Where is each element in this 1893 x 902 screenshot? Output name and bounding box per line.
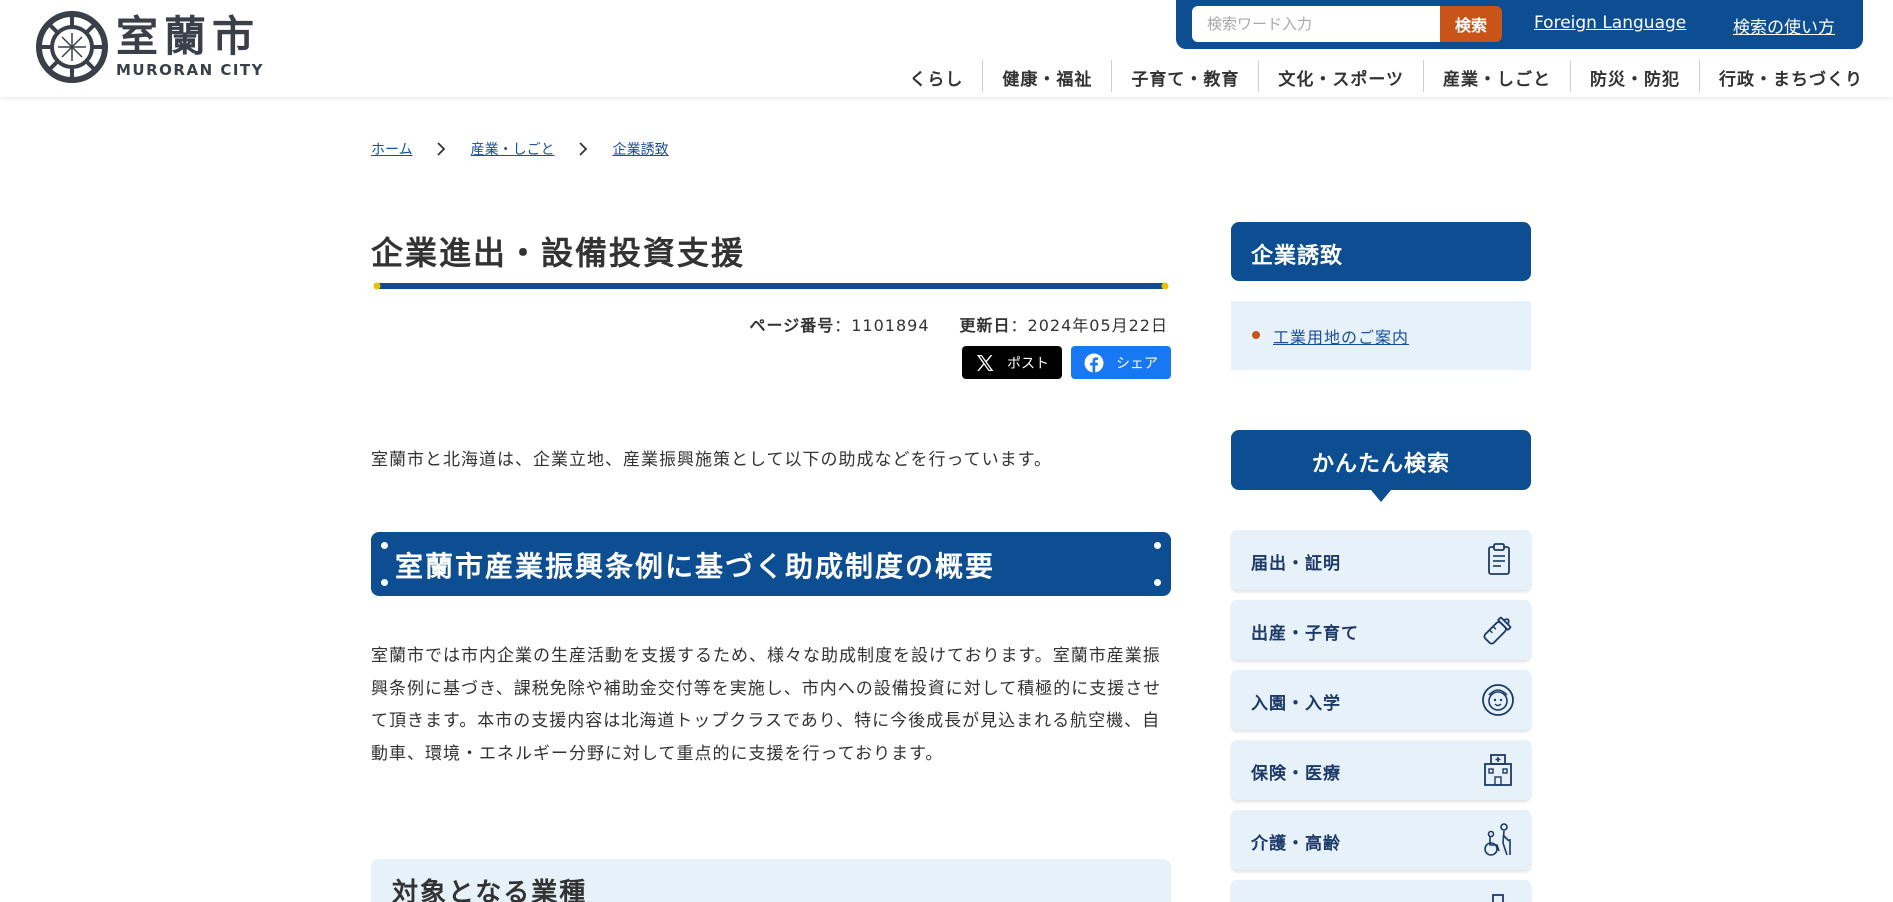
page-number: 1101894 <box>851 316 930 335</box>
share-facebook-button[interactable]: シェア <box>1071 346 1171 379</box>
facebook-logo-icon <box>1084 353 1104 373</box>
share-x-button[interactable]: ポスト <box>962 346 1062 379</box>
share-x-label: ポスト <box>1007 355 1049 372</box>
intro-text: 室蘭市と北海道は、企業立地、産業振興施策として以下の助成などを行っています。 <box>371 450 1052 470</box>
bullet-dot <box>1252 331 1260 339</box>
section-heading: 室蘭市産業振興条例に基づく助成制度の概要 <box>395 550 996 583</box>
category-label: 入園・入学 <box>1251 694 1341 714</box>
subsection-heading: 対象となる業種 <box>392 878 588 902</box>
breadcrumb: ホーム 産業・しごと 企業誘致 <box>371 139 669 159</box>
corner-dot <box>1154 542 1161 549</box>
sidebar-heading-box: 企業誘致 <box>1231 222 1531 281</box>
updated-date: 2024年05月22日 <box>1027 316 1168 335</box>
hospital-icon <box>1484 754 1512 786</box>
breadcrumb-industry[interactable]: 産業・しごと <box>471 139 555 159</box>
category-label: 届出・証明 <box>1251 554 1341 574</box>
sidebar-link-industrial-land[interactable]: 工業用地のご案内 <box>1273 324 1409 348</box>
nav-kurashi[interactable]: くらし <box>890 60 982 92</box>
site-logo[interactable]: 室蘭市 MURORAN CITY <box>36 11 264 83</box>
category-insurance-medical[interactable]: 保険・医療 <box>1231 740 1531 800</box>
category-label: 保険・医療 <box>1251 764 1341 784</box>
corner-dot <box>1154 579 1161 586</box>
city-emblem-icon <box>36 11 108 83</box>
logo-english: MURORAN CITY <box>116 61 265 79</box>
easy-search-heading: かんたん検索 <box>1311 452 1450 477</box>
chevron-right-icon <box>578 142 587 156</box>
nav-industry-work[interactable]: 産業・しごと <box>1423 60 1570 92</box>
search-help-link[interactable]: 検索の使い方 <box>1733 13 1835 38</box>
nav-administration[interactable]: 行政・まちづくり <box>1699 60 1863 92</box>
page-title: 企業進出・設備投資支援 <box>371 234 746 272</box>
nav-health-welfare[interactable]: 健康・福祉 <box>982 60 1111 92</box>
category-birth-childcare[interactable]: 出産・子育て <box>1231 600 1531 660</box>
document-icon <box>1488 543 1510 575</box>
nav-disaster-crime[interactable]: 防災・防犯 <box>1570 60 1699 92</box>
nav-childcare-education[interactable]: 子育て・教育 <box>1111 60 1258 92</box>
child-face-icon <box>1482 684 1514 716</box>
corner-dot <box>381 542 388 549</box>
category-school-entry[interactable]: 入園・入学 <box>1231 670 1531 730</box>
easy-search-pointer <box>1371 490 1391 502</box>
corner-dot <box>381 579 388 586</box>
chevron-right-icon <box>436 142 445 156</box>
updated-label: 更新日 <box>959 316 1011 335</box>
logo-japanese: 室蘭市 <box>116 12 261 61</box>
subsection-heading-box: 対象となる業種 <box>371 859 1171 902</box>
x-logo-icon <box>977 354 994 371</box>
foreign-language-link[interactable]: Foreign Language <box>1534 13 1686 33</box>
section-paragraph: 室蘭市では市内企業の生産活動を支援するため、様々な助成制度を設けております。室蘭… <box>371 646 1162 764</box>
category-nursing-elderly[interactable]: 介護・高齢 <box>1231 810 1531 870</box>
category-next[interactable] <box>1231 880 1531 902</box>
breadcrumb-home[interactable]: ホーム <box>371 139 413 159</box>
breadcrumb-current[interactable]: 企業誘致 <box>613 139 669 159</box>
global-nav: くらし 健康・福祉 子育て・教育 文化・スポーツ 産業・しごと 防災・防犯 行政… <box>890 60 1863 92</box>
page-meta: ページ番号：1101894 更新日：2024年05月22日 <box>749 316 1168 335</box>
site-header: 室蘭市 MURORAN CITY 検索 Foreign Language 検索の… <box>0 0 1893 97</box>
category-label: 出産・子育て <box>1251 624 1359 644</box>
search-input[interactable] <box>1192 6 1460 42</box>
category-notifications[interactable]: 届出・証明 <box>1231 530 1531 590</box>
search-button[interactable]: 検索 <box>1440 6 1502 42</box>
nav-culture-sports[interactable]: 文化・スポーツ <box>1258 60 1423 92</box>
category-label: 介護・高齢 <box>1251 834 1341 854</box>
elderly-care-icon <box>1484 823 1511 856</box>
share-facebook-label: シェア <box>1116 355 1158 372</box>
page-number-label: ページ番号 <box>749 316 835 335</box>
section-heading-box: 室蘭市産業振興条例に基づく助成制度の概要 <box>371 532 1171 596</box>
baby-bottle-icon <box>1483 616 1512 645</box>
sidebar-heading: 企業誘致 <box>1251 244 1344 269</box>
partial-category-icon <box>1492 894 1504 902</box>
easy-search-heading-box: かんたん検索 <box>1231 430 1531 490</box>
sidebar-link-list: 工業用地のご案内 <box>1231 301 1531 370</box>
search-bar: 検索 Foreign Language 検索の使い方 <box>1176 0 1863 49</box>
title-underline <box>373 282 1169 290</box>
